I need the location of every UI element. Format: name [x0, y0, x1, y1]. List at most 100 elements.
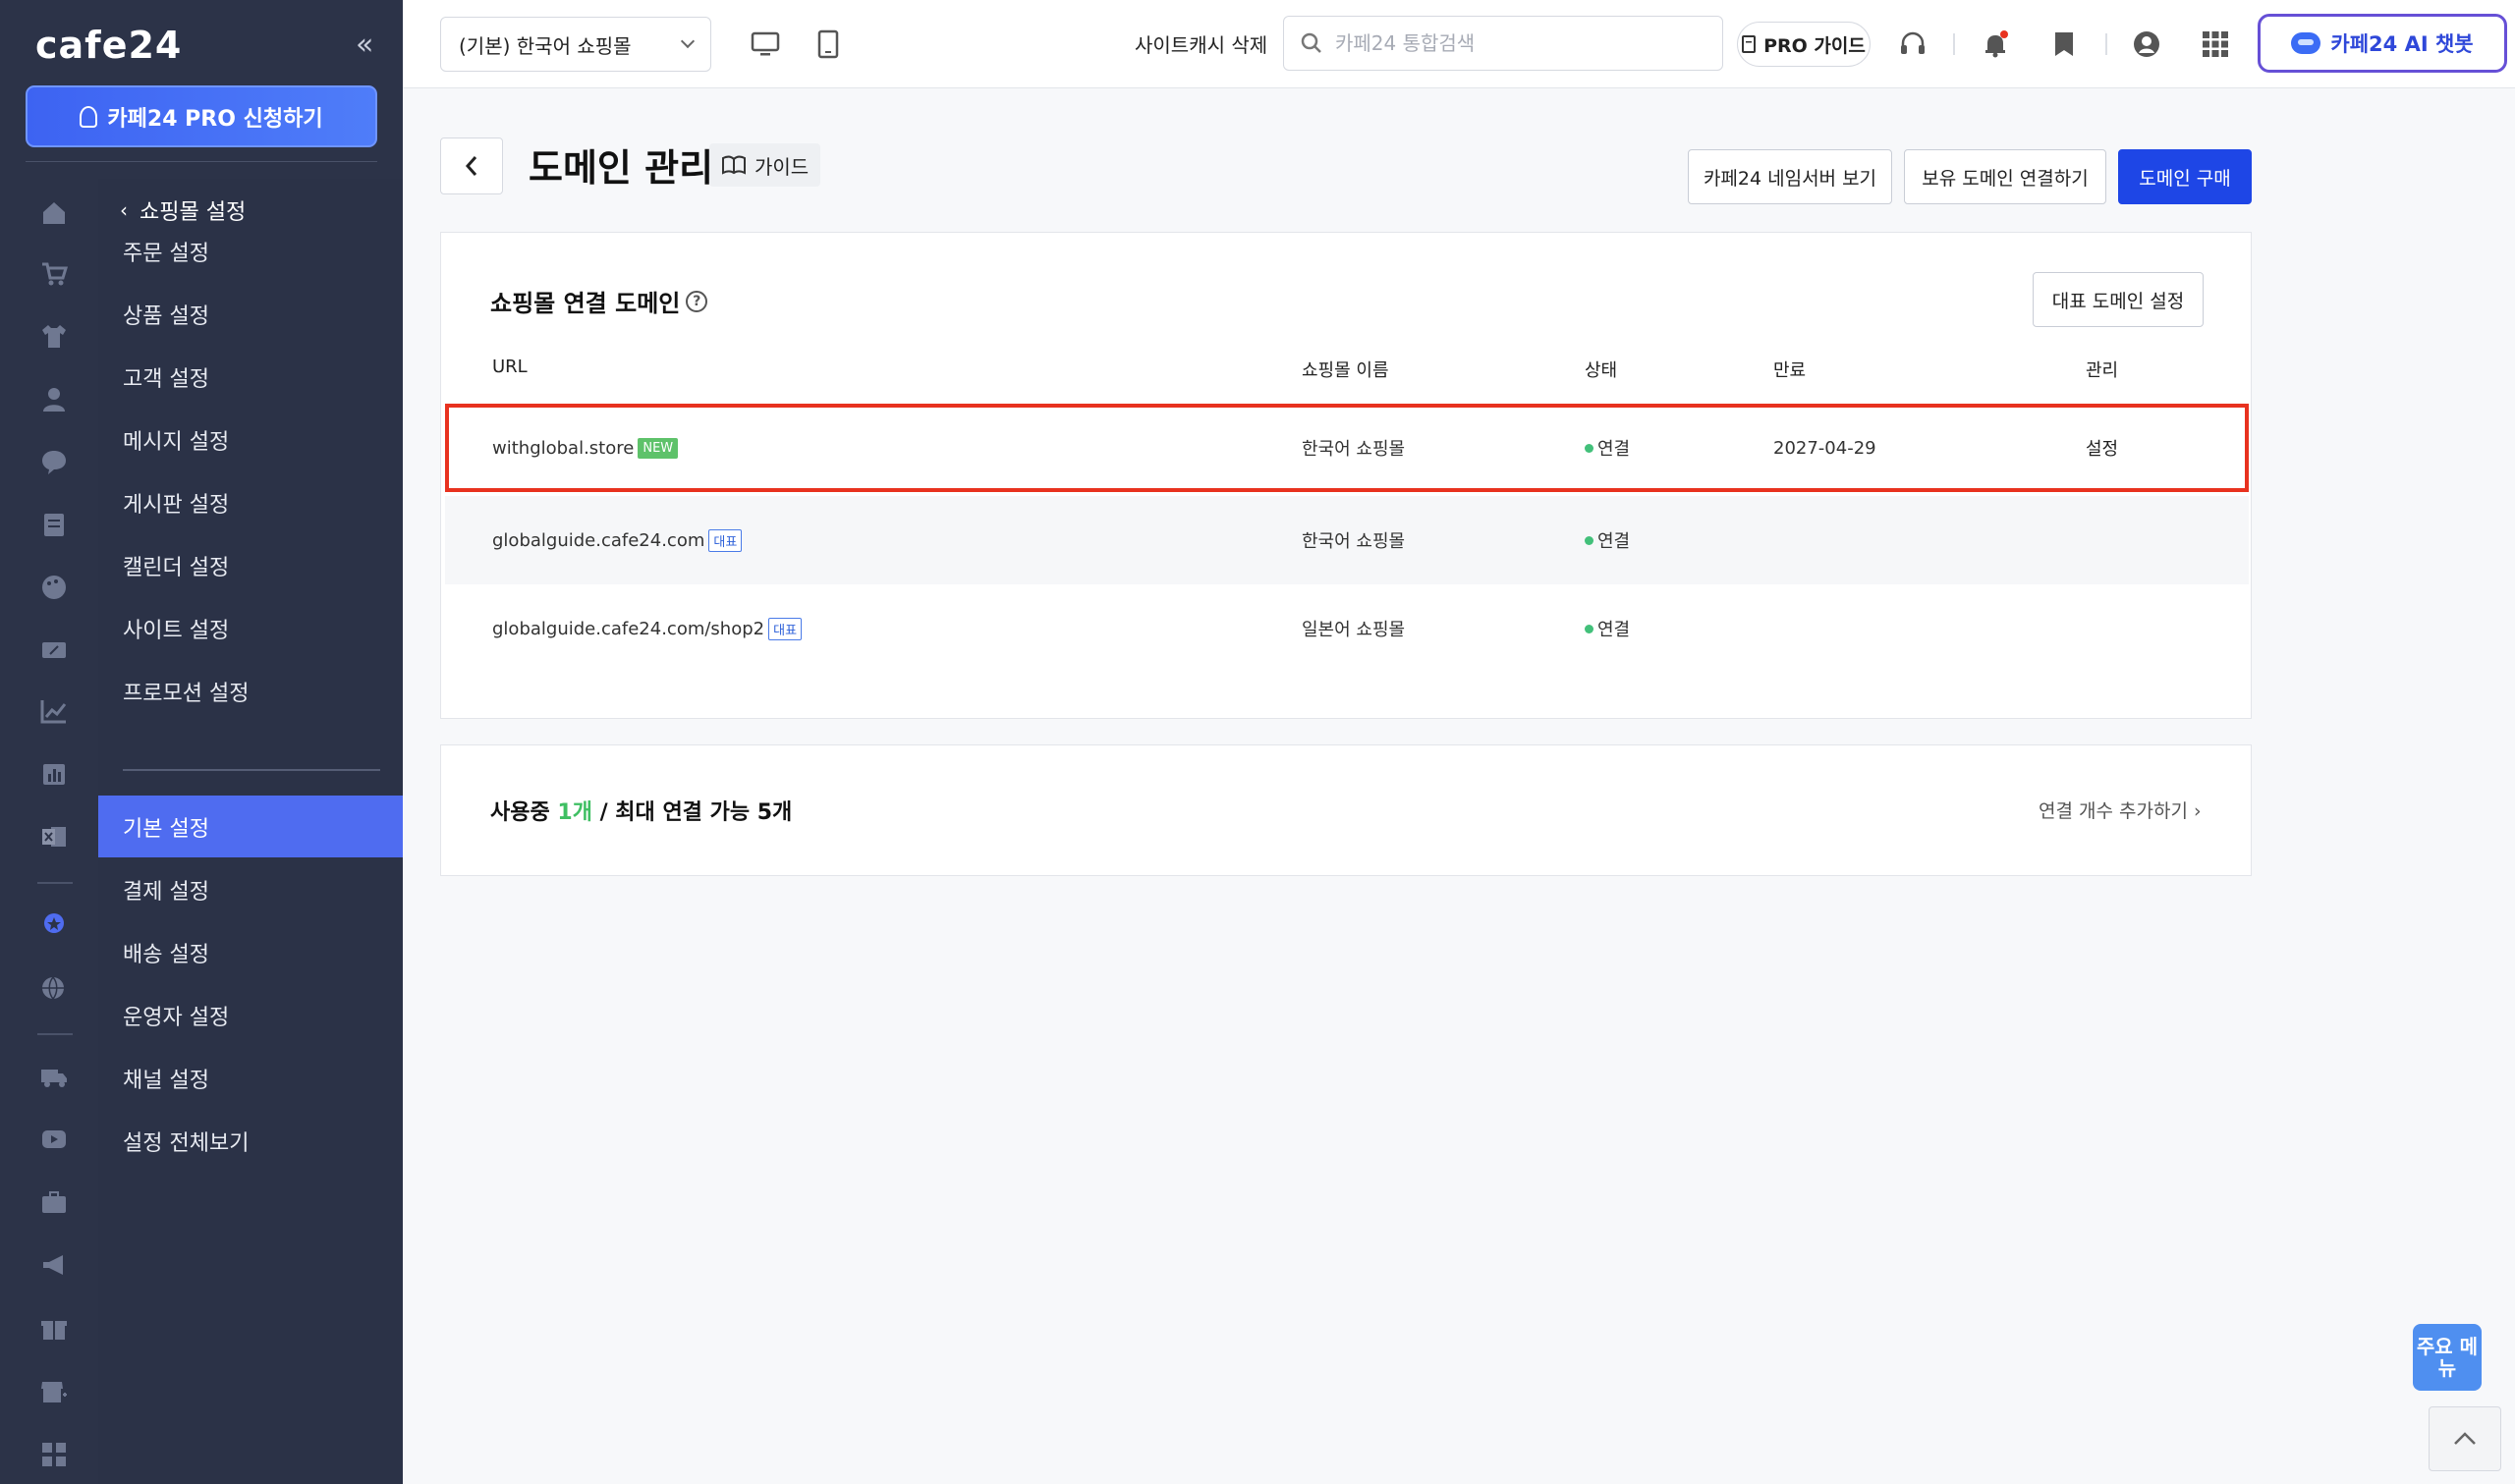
shop-name: 일본어 쇼핑몰 [1302, 620, 1406, 640]
domain-url[interactable]: globalguide.cafe24.com/shop2 [492, 619, 764, 639]
domain-url[interactable]: globalguide.cafe24.com [492, 530, 704, 551]
global-search[interactable] [1283, 16, 1723, 71]
icon-rail [0, 179, 98, 1484]
store-icon[interactable] [39, 1377, 69, 1404]
menu-item-all-settings[interactable]: 설정 전체보기 [98, 1110, 403, 1172]
stats-icon[interactable] [39, 697, 69, 725]
column-header-url: URL [492, 357, 528, 377]
grid-icon[interactable] [39, 1440, 69, 1467]
pro-guide-button[interactable]: PRO 가이드 [1737, 22, 1871, 67]
pro-guide-label: PRO 가이드 [1763, 34, 1866, 57]
scroll-to-top-button[interactable] [2429, 1406, 2501, 1471]
status-dot-icon [1585, 443, 1593, 453]
menu-item-order-settings[interactable]: 주문 설정 [98, 220, 403, 282]
menu-item-payment-settings[interactable]: 결제 설정 [98, 858, 403, 920]
domain-url-cell: withglobal.store NEW [492, 408, 679, 488]
bar-chart-icon[interactable] [39, 760, 69, 788]
help-icon[interactable]: ? [686, 290, 708, 312]
set-representative-domain-button[interactable]: 대표 도메인 설정 [2033, 272, 2204, 327]
site-cache-delete-button[interactable]: 사이트캐시 삭제 [1135, 29, 1267, 58]
view-nameserver-button[interactable]: 카페24 네임서버 보기 [1688, 149, 1892, 204]
mobile-view-icon[interactable] [811, 27, 845, 61]
shop-name: 한국어 쇼핑몰 [1302, 439, 1406, 460]
menu-item-channel-settings[interactable]: 채널 설정 [98, 1047, 403, 1109]
coupon-icon[interactable] [39, 636, 69, 664]
usage-count: 1개 [557, 800, 592, 825]
menu-item-product-settings[interactable]: 상품 설정 [98, 283, 403, 345]
chevron-right-icon: › [2193, 800, 2202, 822]
excel-icon[interactable] [39, 823, 69, 851]
megaphone-icon[interactable] [39, 1251, 69, 1279]
representative-badge: 대표 [768, 617, 803, 640]
video-icon[interactable] [39, 1126, 69, 1153]
bookmark-icon[interactable] [2047, 27, 2081, 61]
notification-bell-icon[interactable] [1979, 27, 2012, 61]
guide-button[interactable]: 가이드 [709, 143, 821, 187]
collapse-sidebar-icon[interactable]: « [356, 27, 373, 62]
book-icon [722, 155, 746, 175]
headset-icon[interactable] [1896, 27, 1929, 61]
menu-item-promotion-settings[interactable]: 프로모션 설정 [98, 660, 403, 722]
search-input[interactable] [1335, 31, 1699, 55]
status-cell: 연결 [1585, 496, 1630, 584]
table-row: globalguide.cafe24.com 대표 한국어 쇼핑몰 연결 [445, 496, 2249, 584]
chat-icon[interactable] [39, 448, 69, 475]
shop-select[interactable]: (기본) 한국어 쇼핑몰 [440, 17, 711, 72]
chatbot-icon [2291, 32, 2321, 54]
menu-item-basic-settings[interactable]: 기본 설정 [98, 796, 403, 857]
domain-url[interactable]: withglobal.store [492, 438, 634, 459]
expire-date: 2027-04-29 [1773, 437, 1876, 459]
truck-icon[interactable] [39, 1063, 69, 1090]
account-icon[interactable] [2130, 27, 2163, 61]
ai-chatbot-button[interactable]: 카페24 AI 챗봇 [2258, 14, 2507, 73]
home-icon[interactable] [39, 198, 69, 226]
status-text: 연결 [1597, 531, 1631, 552]
domain-url-cell: globalguide.cafe24.com/shop2 대표 [492, 584, 803, 673]
domain-settings-link[interactable]: 설정 [2086, 408, 2118, 488]
global-icon[interactable] [39, 974, 69, 1002]
desktop-view-icon[interactable] [749, 27, 782, 61]
column-header-expire: 만료 [1773, 360, 1807, 381]
board-icon[interactable] [39, 511, 69, 538]
guide-label: 가이드 [754, 154, 810, 179]
briefcase-icon[interactable] [39, 1188, 69, 1216]
chevron-up-icon [2454, 1432, 2476, 1445]
chevron-left-icon [465, 156, 477, 176]
sidebar-divider [26, 161, 377, 162]
add-connection-link[interactable]: 연결 개수 추가하기 › [2039, 797, 2202, 823]
status-cell: 연결 [1585, 408, 1630, 488]
menu-item-message-settings[interactable]: 메시지 설정 [98, 409, 403, 470]
user-icon[interactable] [39, 385, 69, 412]
page-title: 도메인 관리 [529, 146, 714, 190]
menu-item-board-settings[interactable]: 게시판 설정 [98, 471, 403, 533]
palette-icon[interactable] [39, 574, 69, 601]
menu-item-calendar-settings[interactable]: 캘린더 설정 [98, 534, 403, 596]
search-icon [1301, 32, 1321, 53]
connect-owned-domain-button[interactable]: 보유 도메인 연결하기 [1904, 149, 2106, 204]
status-dot-icon [1585, 535, 1593, 545]
shirt-icon[interactable] [39, 322, 69, 350]
menu-item-customer-settings[interactable]: 고객 설정 [98, 346, 403, 408]
status-text: 연결 [1597, 439, 1631, 460]
document-icon [1742, 35, 1757, 53]
section-title-text: 쇼핑몰 연결 도메인 [490, 290, 681, 317]
cart-icon[interactable] [39, 259, 69, 287]
gift-icon[interactable] [39, 1314, 69, 1342]
settings-menu-panel: ‹ 쇼핑몰 설정 주문 설정 상품 설정 고객 설정 메시지 설정 게시판 설정… [98, 179, 403, 1484]
menu-item-shipping-settings[interactable]: 배송 설정 [98, 921, 403, 983]
medal-icon [80, 105, 98, 128]
medal-icon[interactable] [39, 911, 69, 939]
column-header-shop: 쇼핑몰 이름 [1302, 360, 1389, 381]
pro-signup-button[interactable]: 카페24 PRO 신청하기 [26, 85, 377, 147]
rail-divider [37, 882, 73, 884]
menu-item-site-settings[interactable]: 사이트 설정 [98, 597, 403, 659]
apps-grid-icon[interactable] [2199, 27, 2232, 61]
column-header-manage: 관리 [2086, 360, 2119, 381]
cafe24-logo[interactable]: cafe24 [35, 24, 182, 67]
back-button[interactable] [440, 137, 503, 194]
main-menu-float-button[interactable]: 주요 메뉴 [2413, 1324, 2482, 1391]
buy-domain-button[interactable]: 도메인 구매 [2118, 149, 2252, 204]
pro-signup-label: 카페24 PRO 신청하기 [107, 106, 323, 132]
menu-item-operator-settings[interactable]: 운영자 설정 [98, 984, 403, 1046]
menu-divider [123, 769, 380, 771]
